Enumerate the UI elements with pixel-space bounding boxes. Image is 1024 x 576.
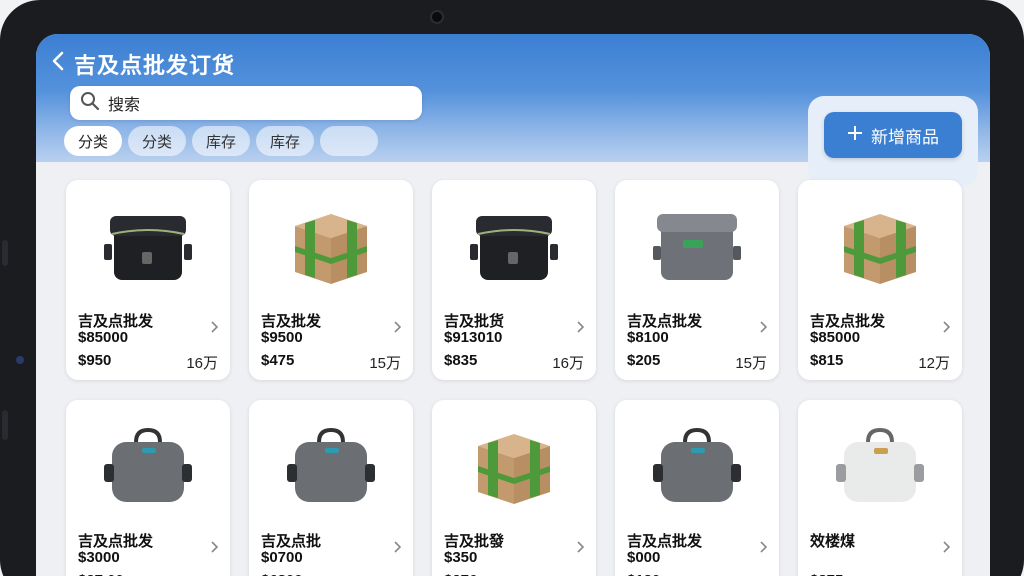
product-image (647, 204, 747, 290)
product-price: $9500 (261, 329, 303, 346)
product-card[interactable]: 吉及批发 $9500 $475 15万 (249, 180, 413, 380)
tablet-frame: 吉及点批发订货 搜索 分类 分类 库存 库存 新增商品 吉及点批发 $85000… (0, 0, 1024, 576)
chevron-right-icon[interactable] (942, 320, 951, 338)
product-price: $0700 (261, 549, 303, 566)
product-stock: 16万 (186, 355, 218, 372)
product-card[interactable]: 吉及批货 $913010 $835 16万 (432, 180, 596, 380)
product-card[interactable]: 效楼煤 $875 15万 (798, 400, 962, 576)
product-stock: 12万 (918, 355, 950, 372)
chevron-right-icon[interactable] (210, 540, 219, 558)
chevron-right-icon[interactable] (942, 540, 951, 558)
product-name: 吉及点批发 (627, 313, 703, 330)
product-price: $3000 (78, 549, 120, 566)
chip-category-2[interactable]: 分类 (128, 126, 187, 156)
product-unit-price: $875 (810, 572, 843, 576)
product-card[interactable]: 吉及点批发 $8100 $205 15万 (615, 180, 779, 380)
product-name: 吉及点批发 (78, 533, 154, 550)
chevron-right-icon[interactable] (210, 320, 219, 338)
product-name: 效楼煤 (810, 533, 856, 550)
product-price: $8100 (627, 329, 669, 346)
camera-icon (430, 10, 444, 24)
product-name: 吉及批發 (444, 533, 505, 550)
product-card[interactable]: 吉及批發$350 $276 12万 (432, 400, 596, 576)
product-name: 吉及点批发 (78, 313, 154, 330)
search-icon (80, 91, 100, 116)
product-unit-price: $835 (444, 352, 478, 369)
product-price: $350 (444, 549, 478, 566)
chevron-right-icon[interactable] (576, 540, 585, 558)
product-card[interactable]: 吉及点批$0700 $6800 19万 (249, 400, 413, 576)
product-unit-price: $276 (444, 572, 477, 576)
product-image (647, 424, 747, 510)
product-price: $85000 (78, 329, 129, 346)
product-name: 吉及点批 (261, 533, 322, 550)
product-image (98, 204, 198, 290)
product-image (281, 424, 381, 510)
add-product-label: 新增商品 (871, 127, 939, 147)
chip-empty[interactable] (320, 126, 379, 156)
filter-chips: 分类 分类 库存 库存 (64, 126, 379, 156)
product-card[interactable]: 吉及点批发$000 $130 15万 (615, 400, 779, 576)
add-product-button[interactable]: 新增商品 (824, 112, 962, 158)
product-card[interactable]: 吉及点批发 $85000 $950 16万 (66, 180, 230, 380)
search-input[interactable]: 搜索 (70, 86, 422, 120)
product-grid: 吉及点批发 $85000 $950 16万 吉及批发 $9500 $475 15万 吉及批货 $9… (66, 180, 966, 576)
product-image (464, 424, 564, 510)
product-name: 吉及点批发 (627, 533, 703, 550)
product-image (464, 204, 564, 290)
product-stock: 12万 (552, 572, 584, 576)
search-placeholder: 搜索 (108, 97, 141, 114)
product-image (830, 424, 930, 510)
side-button (2, 410, 8, 440)
product-stock: 19万 (186, 572, 218, 576)
chip-stock-2[interactable]: 库存 (256, 126, 315, 156)
product-stock: 15万 (918, 572, 950, 576)
product-stock: 19万 (369, 572, 401, 576)
app-screen: 吉及点批发订货 搜索 分类 分类 库存 库存 新增商品 吉及点批发 $85000… (36, 34, 990, 576)
product-stock: 15万 (369, 355, 401, 372)
page-title: 吉及点批发订货 (74, 53, 236, 78)
product-price: $000 (627, 549, 661, 566)
chevron-right-icon[interactable] (576, 320, 585, 338)
plus-icon (847, 125, 863, 146)
chevron-right-icon[interactable] (759, 540, 768, 558)
chevron-right-icon[interactable] (759, 320, 768, 338)
volume-button (2, 240, 8, 266)
product-card[interactable]: 吉及点批发$3000 $27.00 19万 (66, 400, 230, 576)
product-unit-price: $815 (810, 352, 844, 369)
chevron-right-icon[interactable] (393, 320, 402, 338)
status-dot (16, 356, 24, 364)
product-name: 吉及点批发 (810, 313, 886, 330)
chevron-right-icon[interactable] (393, 540, 402, 558)
product-unit-price: $205 (627, 352, 661, 369)
product-price: $913010 (444, 329, 503, 346)
product-image (830, 204, 930, 290)
product-unit-price: $6800 (261, 572, 303, 576)
product-name: 吉及批货 (444, 313, 505, 330)
product-image (98, 424, 198, 510)
product-stock: 15万 (735, 355, 767, 372)
product-stock: 16万 (552, 355, 584, 372)
back-icon[interactable] (46, 48, 70, 74)
product-price: $85000 (810, 329, 861, 346)
product-card[interactable]: 吉及点批发 $85000 $815 12万 (798, 180, 962, 380)
product-image (281, 204, 381, 290)
chip-category[interactable]: 分类 (64, 126, 123, 156)
product-unit-price: $130 (627, 572, 660, 576)
product-stock: 15万 (735, 572, 767, 576)
product-name: 吉及批发 (261, 313, 322, 330)
chip-stock[interactable]: 库存 (192, 126, 251, 156)
product-unit-price: $27.00 (78, 572, 124, 576)
product-unit-price: $950 (78, 352, 112, 369)
product-unit-price: $475 (261, 352, 295, 369)
